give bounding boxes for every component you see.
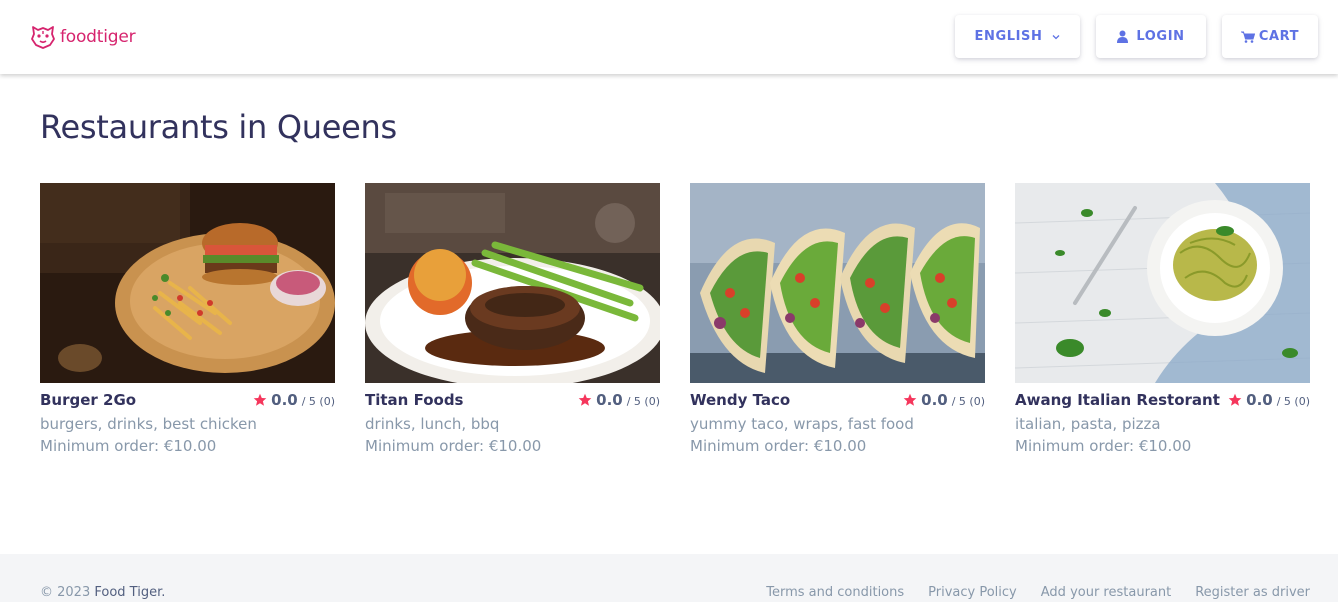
minimum-order: Minimum order: €10.00 [1015,437,1192,455]
rating-max: / 5 (0) [301,395,335,408]
rating: 0.0 / 5 (0) [903,391,985,409]
login-button[interactable]: LOGIN [1096,15,1206,58]
copyright-brand-link[interactable]: Food Tiger. [94,585,165,600]
copyright-prefix: © 2023 [40,585,95,600]
rating-max: / 5 (0) [626,395,660,408]
steak-with-asparagus-photo[interactable] [365,183,660,383]
rating-value: 0.0 [596,391,623,409]
restaurant-name[interactable]: Titan Foods [365,391,463,409]
privacy-policy-link[interactable]: Privacy Policy [928,585,1017,600]
burger-with-fries-photo[interactable] [40,183,335,383]
restaurant-tags: burgers, drinks, best chicken [40,415,257,433]
restaurant-name[interactable]: Burger 2Go [40,391,136,409]
terms-link[interactable]: Terms and conditions [766,585,904,600]
copyright: © 2023 Food Tiger. [40,585,165,600]
rating-max: / 5 (0) [951,395,985,408]
minimum-order: Minimum order: €10.00 [690,437,867,455]
cart-label: CART [1258,29,1300,44]
rating: 0.0 / 5 (0) [578,391,660,409]
minimum-order: Minimum order: €10.00 [365,437,542,455]
rating-value: 0.0 [1246,391,1273,409]
login-label: LOGIN [1136,29,1185,44]
logo-text: foodtiger [60,27,136,47]
tacos-photo[interactable] [690,183,985,383]
user-icon [1117,30,1129,43]
footer: © 2023 Food Tiger. Terms and conditions … [0,554,1338,602]
top-navbar: foodtiger ENGLISH LOGIN CART [0,0,1338,74]
restaurant-card[interactable]: Wendy Taco 0.0 / 5 (0) yummy taco, wraps… [690,183,985,455]
star-icon [253,393,267,406]
restaurant-card[interactable]: Awang Italian Restorant 0.0 / 5 (0) ital… [1015,183,1310,455]
minimum-order: Minimum order: €10.00 [40,437,217,455]
star-icon [903,393,917,406]
language-label: ENGLISH [974,29,1043,44]
restaurant-card[interactable]: Burger 2Go 0.0 / 5 (0) burgers, drinks, … [40,183,335,455]
rating: 0.0 / 5 (0) [253,391,335,409]
footer-links: Terms and conditions Privacy Policy Add … [766,585,1310,600]
restaurant-tags: yummy taco, wraps, fast food [690,415,914,433]
chevron-down-icon [1052,34,1059,39]
rating-max: / 5 (0) [1276,395,1310,408]
restaurant-name[interactable]: Wendy Taco [690,391,790,409]
restaurant-tags: drinks, lunch, bbq [365,415,500,433]
rating: 0.0 / 5 (0) [1228,391,1310,409]
pesto-pasta-photo[interactable] [1015,183,1310,383]
restaurant-name[interactable]: Awang Italian Restorant [1015,391,1220,409]
star-icon [578,393,592,406]
restaurant-card[interactable]: Titan Foods 0.0 / 5 (0) drinks, lunch, b… [365,183,660,455]
page-title: Restaurants in Queens [40,108,397,146]
cart-icon [1240,31,1255,43]
rating-value: 0.0 [921,391,948,409]
language-dropdown-button[interactable]: ENGLISH [955,15,1080,58]
add-restaurant-link[interactable]: Add your restaurant [1041,585,1171,600]
star-icon [1228,393,1242,406]
tiger-logo-icon [31,26,55,49]
register-driver-link[interactable]: Register as driver [1195,585,1310,600]
rating-value: 0.0 [271,391,298,409]
restaurant-tags: italian, pasta, pizza [1015,415,1161,433]
cart-button[interactable]: CART [1222,15,1318,58]
logo[interactable]: foodtiger [30,24,136,50]
